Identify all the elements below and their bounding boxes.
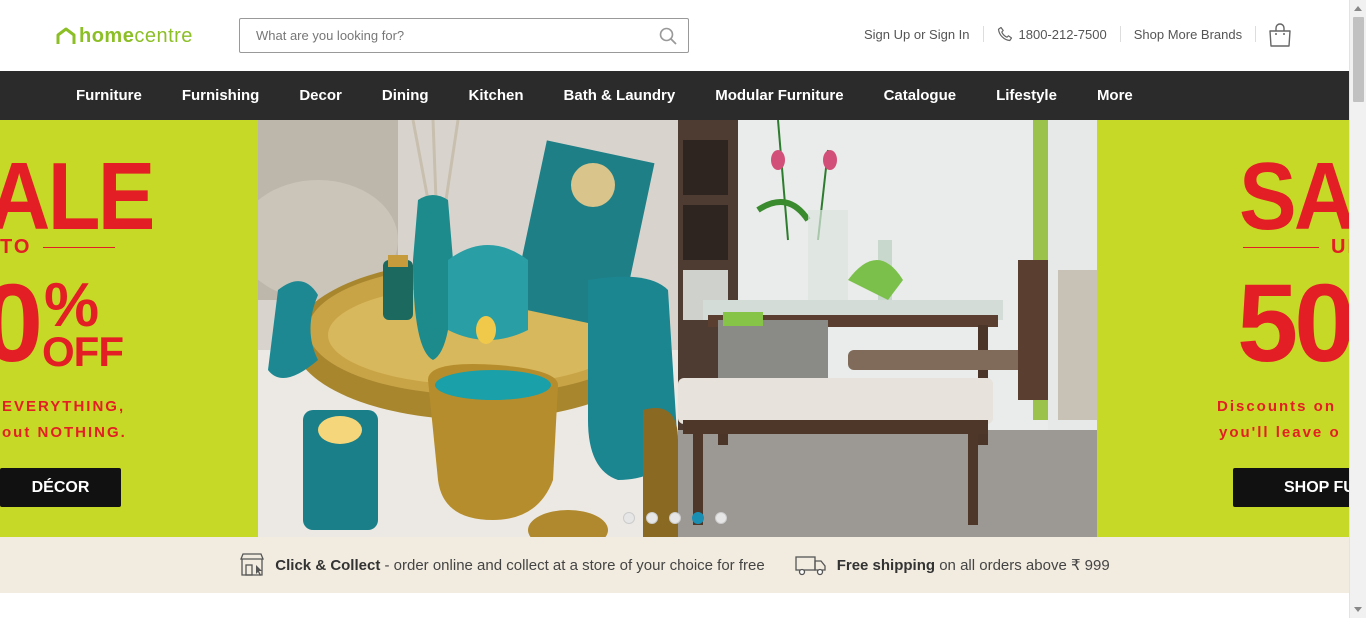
carousel-dot-4[interactable]	[692, 512, 704, 524]
truck-icon	[795, 556, 826, 576]
search-icon[interactable]	[648, 19, 688, 52]
carousel-dot-5[interactable]	[715, 512, 727, 524]
main-nav: Furniture Furnishing Decor Dining Kitche…	[0, 71, 1349, 120]
divider-line	[1243, 247, 1319, 248]
shop-decor-button[interactable]: DÉCOR	[0, 468, 121, 507]
phone-link[interactable]: 1800-212-7500	[997, 26, 1107, 42]
tagline-line1: Discounts on	[1217, 398, 1337, 415]
benefits-strip: Click & Collect - order online and colle…	[0, 537, 1349, 593]
tagline-line2: you'll leave o	[1219, 424, 1341, 441]
upto-text: TO	[0, 236, 32, 258]
header: homecentre Sign Up or Sign In 1800-212-7…	[0, 0, 1349, 71]
dining-product-image[interactable]	[678, 120, 1097, 537]
scroll-up-arrow[interactable]	[1354, 6, 1362, 11]
divider-line	[43, 247, 116, 248]
carousel-dot-1[interactable]	[623, 512, 635, 524]
shop-more-brands-link[interactable]: Shop More Brands	[1134, 27, 1242, 42]
logo-text-centre: centre	[134, 24, 193, 47]
page: homecentre Sign Up or Sign In 1800-212-7…	[0, 0, 1366, 618]
cart-icon[interactable]	[1267, 22, 1293, 48]
divider	[1255, 26, 1257, 42]
vertical-scrollbar[interactable]	[1349, 0, 1366, 618]
hero-carousel[interactable]: ALE TO 0 % OFF EVERYTHING, out NOTHING. …	[0, 120, 1349, 537]
sale-panel-left[interactable]: ALE TO 0 % OFF EVERYTHING, out NOTHING. …	[0, 120, 258, 537]
nav-item-lifestyle[interactable]: Lifestyle	[976, 87, 1077, 104]
nav-item-catalogue[interactable]: Catalogue	[864, 87, 977, 104]
nav-item-furniture[interactable]: Furniture	[56, 87, 162, 104]
free-shipping-text: on all orders above ₹ 999	[935, 557, 1110, 574]
nav-item-decor[interactable]: Decor	[279, 87, 362, 104]
free-shipping-info: Free shipping on all orders above ₹ 999	[795, 554, 1110, 576]
tagline-line2: out NOTHING.	[2, 424, 127, 441]
nav-item-furnishing[interactable]: Furnishing	[162, 87, 280, 104]
nav-item-modular-furniture[interactable]: Modular Furniture	[695, 87, 863, 104]
store-icon	[240, 553, 265, 576]
click-collect-text: - order online and collect at a store of…	[380, 556, 765, 574]
discount-number: 0	[0, 262, 43, 385]
header-links: Sign Up or Sign In 1800-212-7500 Shop Mo…	[864, 26, 1269, 42]
search-box	[239, 18, 689, 53]
click-collect-info: Click & Collect - order online and colle…	[239, 553, 765, 577]
shop-furniture-button[interactable]: SHOP FU	[1233, 468, 1349, 507]
phone-icon	[997, 26, 1012, 42]
homecentre-logo[interactable]: home centre	[56, 24, 193, 48]
search-input[interactable]	[240, 19, 648, 52]
sale-panel-right[interactable]: SA UP 50 Discounts on you'll leave o SHO…	[1097, 120, 1349, 537]
carousel-dot-3[interactable]	[669, 512, 681, 524]
phone-number: 1800-212-7500	[1018, 26, 1107, 42]
nav-item-kitchen[interactable]: Kitchen	[449, 87, 544, 104]
logo-text-home: home	[79, 24, 135, 47]
upto-label: UP	[1243, 236, 1349, 259]
carousel-dots	[623, 512, 738, 524]
off-label: OFF	[42, 328, 124, 375]
signin-link[interactable]: Sign Up or Sign In	[864, 27, 970, 42]
nav-item-more[interactable]: More	[1077, 87, 1153, 104]
decor-product-image[interactable]	[258, 120, 678, 537]
upto-label: TO	[0, 236, 116, 259]
upto-text: UP	[1331, 236, 1349, 258]
nav-item-dining[interactable]: Dining	[362, 87, 449, 104]
house-icon	[56, 27, 76, 44]
click-collect-title: Click & Collect	[275, 556, 381, 574]
divider	[982, 26, 984, 42]
scrollbar-thumb[interactable]	[1353, 17, 1364, 102]
divider	[1119, 26, 1121, 42]
tagline-line1: EVERYTHING,	[2, 398, 126, 415]
free-shipping-title: Free shipping	[836, 557, 936, 574]
carousel-dot-2[interactable]	[646, 512, 658, 524]
nav-item-bath-laundry[interactable]: Bath & Laundry	[544, 87, 696, 104]
scroll-down-arrow[interactable]	[1354, 607, 1362, 612]
discount-number: 50	[1237, 262, 1349, 385]
